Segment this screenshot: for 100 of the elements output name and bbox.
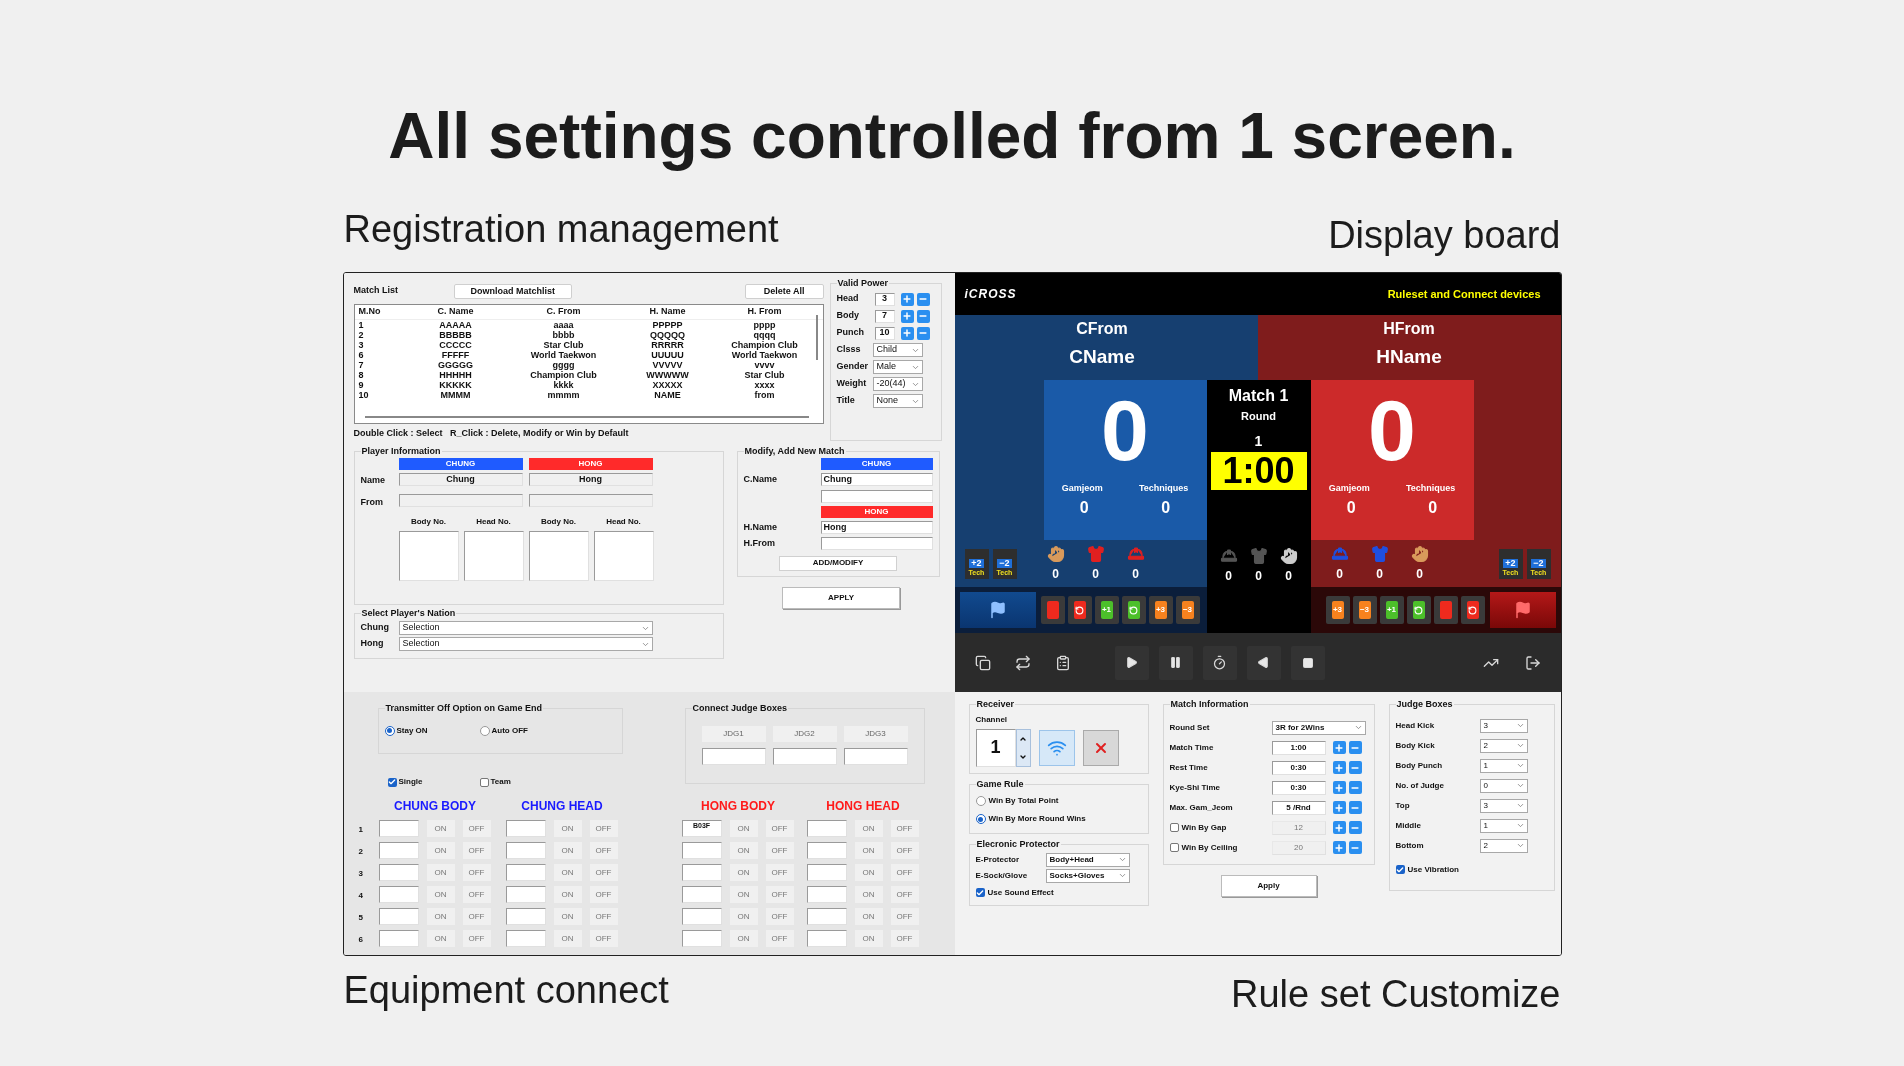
- dropdown[interactable]: 1: [1479, 758, 1528, 773]
- on-button[interactable]: ON: [426, 908, 455, 925]
- from-field[interactable]: [528, 494, 653, 507]
- minus-button[interactable]: [916, 326, 930, 340]
- card-button[interactable]: +1: [1379, 596, 1404, 624]
- from-field[interactable]: [820, 537, 933, 551]
- table-row[interactable]: 8 HHHHH Champion Club WWWWW Star Club: [354, 370, 823, 380]
- dropdown[interactable]: 3: [1479, 718, 1528, 733]
- value-field[interactable]: 0:30: [1271, 760, 1326, 775]
- sensor-field[interactable]: [378, 820, 419, 837]
- minus-button[interactable]: [1348, 821, 1362, 834]
- dropdown[interactable]: Selection: [398, 621, 653, 635]
- card-button[interactable]: [1433, 596, 1458, 624]
- dropdown[interactable]: 3R for 2Wins: [1271, 720, 1366, 735]
- off-button[interactable]: OFF: [589, 930, 618, 947]
- minus-button[interactable]: [916, 309, 930, 323]
- on-button[interactable]: ON: [854, 864, 883, 881]
- minus-button[interactable]: [1348, 841, 1362, 854]
- sensor-field[interactable]: [806, 864, 847, 881]
- undo-card-button[interactable]: [1121, 596, 1146, 624]
- dropdown[interactable]: Selection: [398, 637, 653, 651]
- dropdown[interactable]: Body+Head: [1045, 852, 1130, 867]
- on-button[interactable]: ON: [426, 886, 455, 903]
- ruleset-link[interactable]: Ruleset and Connect devices: [1387, 285, 1541, 303]
- on-button[interactable]: ON: [426, 820, 455, 837]
- judge-button[interactable]: JDG3: [843, 725, 908, 742]
- off-button[interactable]: OFF: [462, 908, 491, 925]
- on-button[interactable]: ON: [854, 930, 883, 947]
- sensor-field[interactable]: [806, 820, 847, 837]
- off-button[interactable]: OFF: [765, 930, 794, 947]
- judge-button[interactable]: JDG2: [772, 725, 837, 742]
- connect-button[interactable]: [1038, 729, 1075, 766]
- judge-field[interactable]: [772, 747, 837, 765]
- sensor-field[interactable]: [378, 886, 419, 903]
- from-field[interactable]: [398, 494, 523, 507]
- minus-button[interactable]: [1348, 801, 1362, 814]
- apply-button[interactable]: Apply: [1220, 874, 1317, 897]
- sensor-field[interactable]: [681, 908, 722, 925]
- off-button[interactable]: OFF: [765, 820, 794, 837]
- sensor-field[interactable]: [505, 864, 546, 881]
- horizontal-scrollbar[interactable]: [364, 416, 809, 418]
- sensor-field[interactable]: [378, 864, 419, 881]
- sensor-field[interactable]: [505, 842, 546, 859]
- judge-field[interactable]: [701, 747, 766, 765]
- undo-card-button[interactable]: [1406, 596, 1431, 624]
- on-button[interactable]: ON: [553, 864, 582, 881]
- on-button[interactable]: ON: [729, 820, 758, 837]
- play-button[interactable]: [1114, 645, 1149, 680]
- dropdown[interactable]: 1: [1479, 818, 1528, 833]
- off-button[interactable]: OFF: [765, 864, 794, 881]
- card-button[interactable]: +3: [1325, 596, 1350, 624]
- off-button[interactable]: OFF: [890, 820, 919, 837]
- name-field[interactable]: Hong: [820, 520, 933, 534]
- checkbox[interactable]: [387, 777, 397, 787]
- table-row[interactable]: 10 MMMM mmmm NAME from: [354, 390, 823, 400]
- checkbox[interactable]: [975, 888, 985, 897]
- dropdown[interactable]: None: [872, 394, 923, 408]
- sensor-field[interactable]: [505, 908, 546, 925]
- delete-all-button[interactable]: Delete All: [744, 283, 824, 299]
- sensor-field[interactable]: [378, 908, 419, 925]
- sensor-field[interactable]: [806, 886, 847, 903]
- minus-button[interactable]: [916, 292, 930, 306]
- table-row[interactable]: 3 CCCCC Star Club RRRRR Champion Club: [354, 340, 823, 350]
- value-field[interactable]: 1:00: [1271, 740, 1326, 755]
- card-button[interactable]: −3: [1352, 596, 1377, 624]
- dropdown[interactable]: 3: [1479, 798, 1528, 813]
- plus-button[interactable]: [900, 292, 914, 306]
- off-button[interactable]: OFF: [462, 820, 491, 837]
- card-button[interactable]: [1040, 596, 1065, 624]
- off-button[interactable]: OFF: [890, 908, 919, 925]
- download-matchlist-button[interactable]: Download Matchlist: [453, 283, 572, 299]
- sensor-field[interactable]: [378, 930, 419, 947]
- off-button[interactable]: OFF: [462, 864, 491, 881]
- on-button[interactable]: ON: [729, 864, 758, 881]
- plus-button[interactable]: [1332, 761, 1346, 774]
- on-button[interactable]: ON: [729, 886, 758, 903]
- apply-button[interactable]: APPLY: [782, 586, 900, 609]
- off-button[interactable]: OFF: [462, 930, 491, 947]
- number-box[interactable]: [463, 531, 524, 581]
- on-button[interactable]: ON: [426, 930, 455, 947]
- name-field[interactable]: Chung: [398, 473, 523, 486]
- name-field[interactable]: Chung: [820, 473, 933, 487]
- off-button[interactable]: OFF: [890, 930, 919, 947]
- on-button[interactable]: ON: [729, 930, 758, 947]
- plus-button[interactable]: [900, 326, 914, 340]
- off-button[interactable]: OFF: [462, 842, 491, 859]
- off-button[interactable]: OFF: [589, 864, 618, 881]
- number-box[interactable]: [398, 531, 459, 581]
- sensor-field[interactable]: [806, 908, 847, 925]
- sensor-field[interactable]: [378, 842, 419, 859]
- table-row[interactable]: 2 BBBBB bbbb QQQQQ qqqq: [354, 330, 823, 340]
- dropdown[interactable]: 2: [1479, 738, 1528, 753]
- flag-button[interactable]: [959, 592, 1036, 628]
- sensor-field[interactable]: [806, 842, 847, 859]
- text-field[interactable]: 3: [874, 292, 895, 306]
- number-box[interactable]: [528, 531, 589, 581]
- radio-button[interactable]: [384, 725, 395, 736]
- sensor-field[interactable]: [806, 930, 847, 947]
- on-button[interactable]: ON: [553, 908, 582, 925]
- dropdown[interactable]: 2: [1479, 838, 1528, 853]
